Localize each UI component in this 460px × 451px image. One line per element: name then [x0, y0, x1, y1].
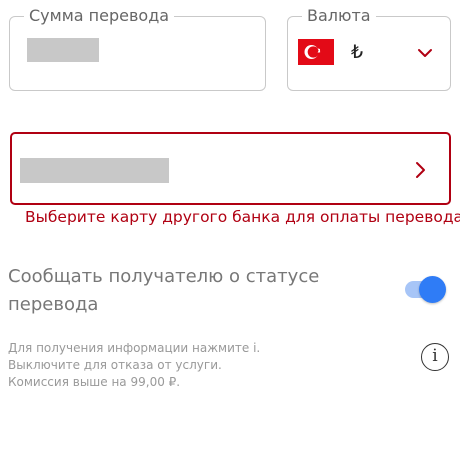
amount-field-label: Сумма перевода [24, 6, 175, 26]
card-select[interactable] [10, 132, 451, 205]
notify-recipient-label: Сообщать получателю о статусе перевода [8, 266, 320, 315]
toggle-knob[interactable] [419, 276, 446, 303]
card-value-masked [20, 158, 169, 183]
currency-select[interactable]: Валюта ₺ [287, 6, 451, 91]
info-icon[interactable]: i [421, 343, 449, 371]
info-text: Для получения информации нажмите i. Выкл… [8, 340, 260, 391]
chevron-right-icon[interactable] [415, 161, 427, 179]
amount-field[interactable]: Сумма перевода [9, 6, 266, 91]
currency-symbol: ₺ [351, 41, 364, 63]
info-line: Для получения информации нажмите i. [8, 341, 261, 355]
amount-value-masked [27, 38, 99, 62]
card-error-message: Выберите карту другого банка для оплаты … [25, 208, 460, 226]
turkey-flag-icon [298, 39, 334, 65]
currency-field-label: Валюта [302, 6, 376, 26]
info-line: Комиссия выше на 99,00 ₽. [8, 375, 181, 389]
chevron-down-icon[interactable] [417, 48, 433, 58]
info-line: Выключите для отказа от услуги. [8, 358, 222, 372]
